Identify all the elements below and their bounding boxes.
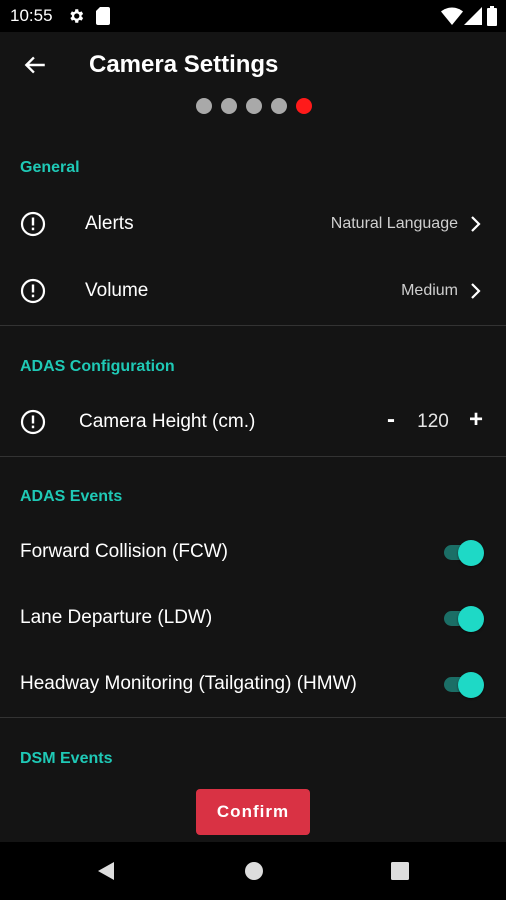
- sim-card-icon: [96, 7, 110, 25]
- settings-gear-icon: [70, 9, 84, 23]
- system-navigation-bar: [0, 842, 506, 900]
- volume-row[interactable]: Volume Medium: [0, 259, 506, 323]
- divider: [0, 456, 506, 457]
- fcw-toggle[interactable]: [444, 540, 484, 566]
- decrement-button[interactable]: -: [381, 406, 401, 434]
- increment-button[interactable]: +: [465, 406, 487, 434]
- step-dot: [246, 98, 262, 114]
- camera-height-label: Camera Height (cm.): [79, 411, 256, 432]
- nav-home-icon[interactable]: [244, 861, 264, 881]
- chevron-right-icon: [471, 216, 481, 232]
- hmw-label: Headway Monitoring (Tailgating) (HMW): [20, 673, 357, 694]
- step-dot: [271, 98, 287, 114]
- nav-back-icon[interactable]: [96, 861, 116, 881]
- section-title-adas-configuration: ADAS Configuration: [20, 358, 175, 375]
- step-dot-active: [296, 98, 312, 114]
- step-dot: [221, 98, 237, 114]
- alerts-label: Alerts: [85, 213, 134, 234]
- volume-value: Medium: [401, 282, 458, 299]
- step-indicator: [196, 98, 312, 114]
- battery-icon: [487, 6, 497, 26]
- nav-recents-icon[interactable]: [390, 861, 410, 881]
- chevron-right-icon: [471, 283, 481, 299]
- section-title-adas-events: ADAS Events: [20, 488, 123, 505]
- alerts-row[interactable]: Alerts Natural Language: [0, 192, 506, 256]
- hmw-toggle[interactable]: [444, 672, 484, 698]
- hmw-row: Headway Monitoring (Tailgating) (HMW): [0, 652, 506, 716]
- app-bar: Camera Settings: [0, 32, 506, 142]
- alerts-value: Natural Language: [330, 215, 458, 232]
- status-bar: 10:55: [0, 0, 506, 32]
- volume-label: Volume: [85, 280, 149, 301]
- fcw-row: Forward Collision (FCW): [0, 520, 506, 584]
- toggle-knob: [458, 672, 484, 698]
- status-time: 10:55: [10, 6, 53, 25]
- section-title-general: General: [20, 159, 80, 176]
- divider: [0, 325, 506, 326]
- page-title: Camera Settings: [89, 51, 279, 78]
- info-circle-icon: [20, 211, 46, 237]
- info-circle-icon[interactable]: [20, 409, 46, 435]
- toggle-knob: [458, 540, 484, 566]
- step-dot: [196, 98, 212, 114]
- arrow-left-icon[interactable]: [22, 52, 48, 78]
- ldw-label: Lane Departure (LDW): [20, 607, 213, 628]
- fcw-label: Forward Collision (FCW): [20, 541, 228, 562]
- toggle-knob: [458, 606, 484, 632]
- camera-height-value: 120: [417, 411, 449, 432]
- section-title-dsm-events: DSM Events: [20, 750, 113, 767]
- confirm-button[interactable]: Confirm: [196, 789, 310, 835]
- cellular-signal-icon: [464, 7, 482, 25]
- camera-height-row: Camera Height (cm.) - 120 +: [0, 390, 506, 454]
- ldw-toggle[interactable]: [444, 606, 484, 632]
- wifi-icon: [441, 7, 463, 25]
- divider: [0, 717, 506, 718]
- ldw-row: Lane Departure (LDW): [0, 586, 506, 650]
- info-circle-icon: [20, 278, 46, 304]
